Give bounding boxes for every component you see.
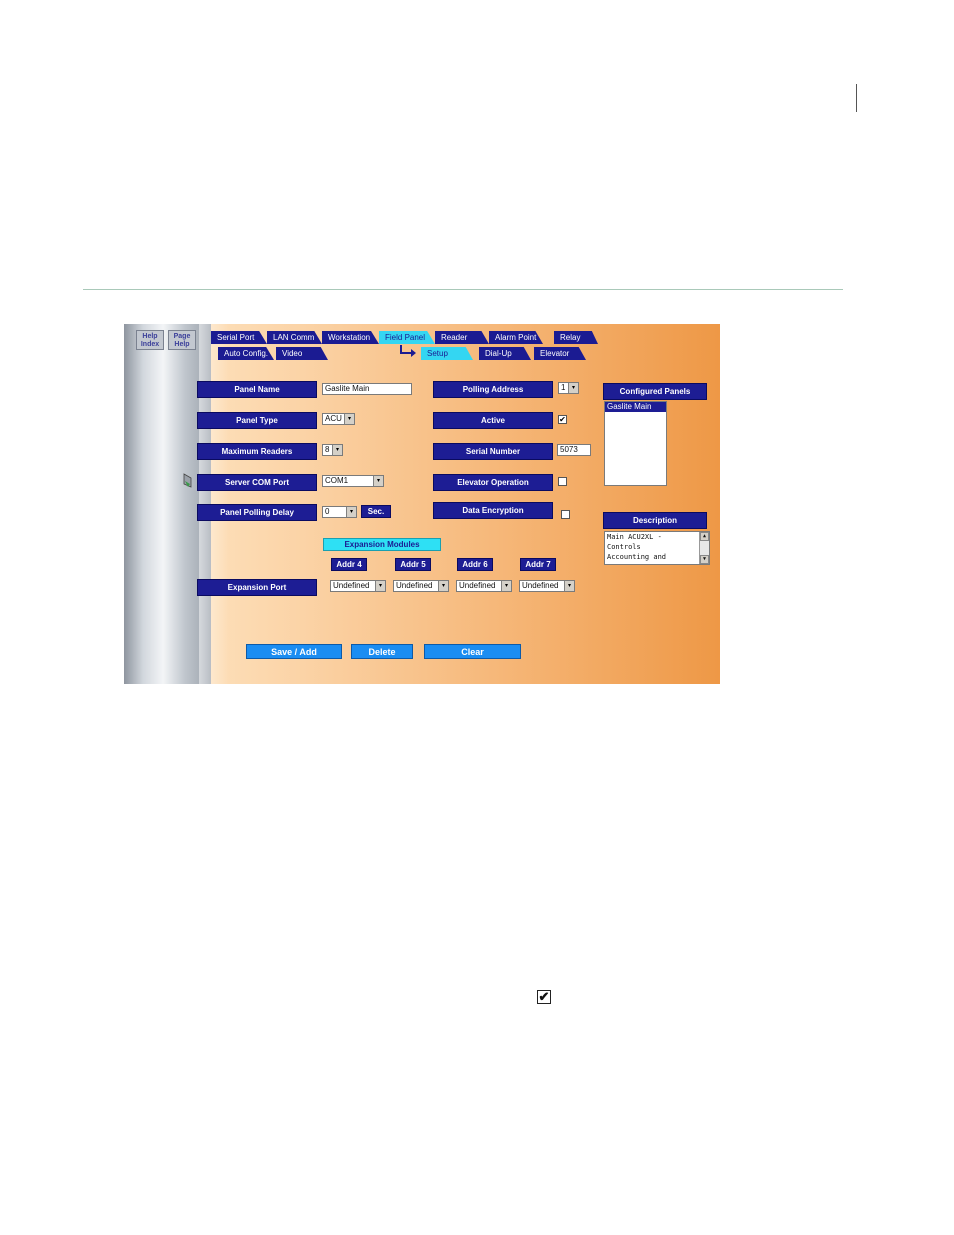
description-line: Main ACU2XL - [607,533,662,541]
chevron-down-icon[interactable]: ▾ [564,581,574,591]
panel-name-label: Panel Name [197,381,317,398]
description-textarea[interactable]: Main ACU2XL - Controls Accounting and ▲ … [604,531,710,565]
data-encryption-label: Data Encryption [433,502,553,519]
scroll-down-icon[interactable]: ▼ [700,555,709,564]
active-label: Active [433,412,553,429]
section-rule [83,289,843,290]
tab-auto-config[interactable]: Auto Config. [218,347,274,360]
chevron-down-icon[interactable]: ▾ [346,507,356,517]
addr-6-value: Undefined [459,581,496,590]
elevator-operation-label: Elevator Operation [433,474,553,491]
panel-type-value: ACU [325,414,342,423]
scroll-up-icon[interactable]: ▲ [700,532,709,541]
data-encryption-checkbox[interactable] [561,510,570,519]
serial-number-input[interactable]: 5073 [557,444,591,456]
chevron-down-icon[interactable]: ▾ [373,476,383,486]
chevron-down-icon[interactable]: ▾ [438,581,448,591]
tab-lan-comm[interactable]: LAN Comm [267,331,322,344]
chevron-down-icon[interactable]: ▾ [332,445,342,455]
polling-address-label: Polling Address [433,381,553,398]
polling-address-value: 1 [561,383,566,392]
tab-relay[interactable]: Relay [554,331,598,344]
description-line: Accounting and [607,553,667,561]
subtab-dial-up[interactable]: Dial-Up [479,347,531,360]
server-com-port-select[interactable]: COM1 ▾ [322,475,384,487]
addr-6-select[interactable]: Undefined ▾ [456,580,512,592]
description-scrollbar[interactable]: ▲ ▼ [699,532,709,564]
addr-5-value: Undefined [396,581,433,590]
max-readers-label: Maximum Readers [197,443,317,460]
addr-7-label: Addr 7 [520,558,556,571]
max-readers-value: 8 [325,445,330,454]
server-com-port-label: Server COM Port [197,474,317,491]
serial-number-label: Serial Number [433,443,553,460]
addr-5-label: Addr 5 [395,558,431,571]
server-com-port-value: COM1 [325,476,349,485]
polling-delay-value: 0 [325,507,330,516]
list-item[interactable]: Gaslite Main [605,402,666,412]
tab-field-panel[interactable]: Field Panel [379,331,435,344]
addr-6-label: Addr 6 [457,558,493,571]
configured-panels-title: Configured Panels [603,383,707,400]
tab-alarm-point[interactable]: Alarm Point [489,331,543,344]
expansion-modules-title: Expansion Modules [323,538,441,551]
active-checkbox[interactable]: ✔ [558,415,567,424]
polling-address-select[interactable]: 1 ▾ [558,382,579,394]
panel-type-select[interactable]: ACU ▾ [322,413,355,425]
subtab-elevator[interactable]: Elevator [534,347,586,360]
panel-name-input[interactable]: Gaslite Main [322,383,412,395]
expansion-port-label: Expansion Port [197,579,317,596]
chevron-down-icon[interactable]: ▾ [344,414,354,424]
chevron-down-icon[interactable]: ▾ [501,581,511,591]
checkbox-checked-icon: ✔ [537,989,551,1004]
addr-4-value: Undefined [333,581,370,590]
subtab-arrow-icon [400,345,416,357]
description-line: Controls [607,543,641,551]
pencil-icon[interactable] [182,473,193,489]
chevron-down-icon[interactable]: ▾ [375,581,385,591]
panel-polling-delay-label: Panel Polling Delay [197,504,317,521]
page-margin-mark [856,84,857,112]
addr-4-label: Addr 4 [331,558,367,571]
save-add-button[interactable]: Save / Add [246,644,342,659]
delete-button[interactable]: Delete [351,644,413,659]
subtab-setup[interactable]: Setup [421,347,473,360]
tab-workstation[interactable]: Workstation [322,331,379,344]
polling-delay-select[interactable]: 0 ▾ [322,506,357,518]
field-panel-screen: Help Index Page Help Serial Port LAN Com… [124,324,720,684]
tab-video[interactable]: Video [276,347,328,360]
addr-7-select[interactable]: Undefined ▾ [519,580,575,592]
page-help-button[interactable]: Page Help [168,330,196,350]
tab-serial-port[interactable]: Serial Port [211,331,267,344]
help-index-button[interactable]: Help Index [136,330,164,350]
elevator-operation-checkbox[interactable] [558,477,567,486]
description-title: Description [603,512,707,529]
configured-panels-list[interactable]: Gaslite Main [604,401,667,486]
addr-5-select[interactable]: Undefined ▾ [393,580,449,592]
clear-button[interactable]: Clear [424,644,521,659]
panel-type-label: Panel Type [197,412,317,429]
max-readers-select[interactable]: 8 ▾ [322,444,343,456]
chevron-down-icon[interactable]: ▾ [568,383,578,393]
addr-7-value: Undefined [522,581,559,590]
polling-delay-unit: Sec. [361,505,391,518]
addr-4-select[interactable]: Undefined ▾ [330,580,386,592]
tab-reader[interactable]: Reader [435,331,489,344]
